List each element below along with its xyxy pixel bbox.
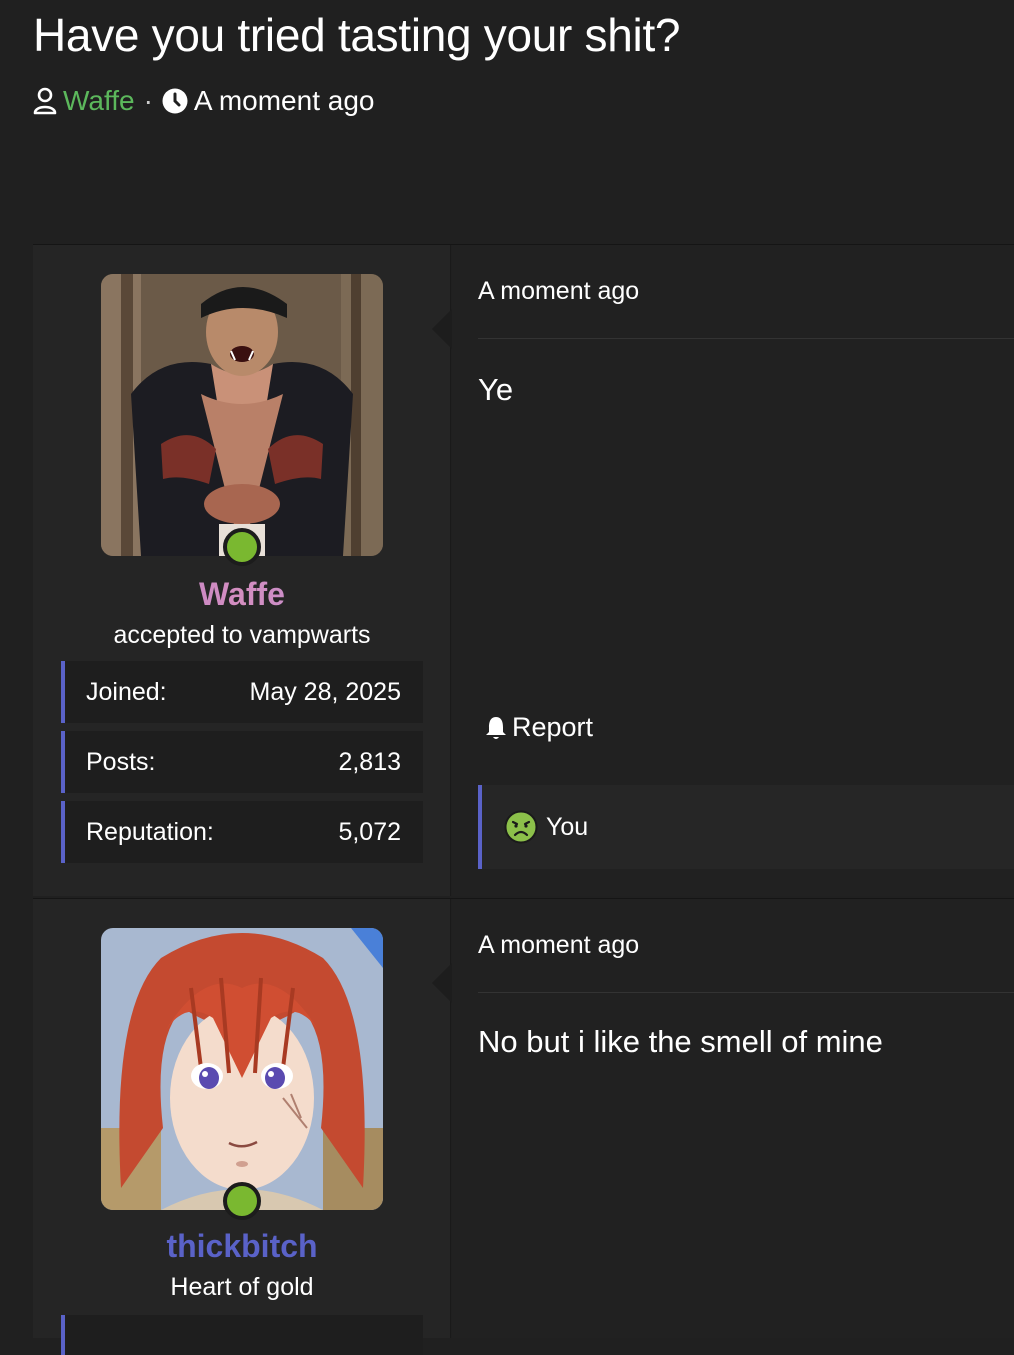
post-divider [478,992,1014,993]
nauseated-face-icon [504,810,538,844]
post-author-username[interactable]: thickbitch [33,1228,451,1265]
thread-meta: Waffe · A moment ago [33,84,374,118]
stat-row-reputation: Reputation: 5,072 [61,801,423,863]
post-content: A moment ago Ye Report You [432,245,1014,896]
post-body: No but i like the smell of mine [478,1024,883,1059]
post-content: A moment ago No but i like the smell of … [432,899,1014,1338]
clock-icon [162,88,188,114]
meta-separator: · [143,85,153,116]
post-time: A moment ago [478,931,640,959]
post-author-sidebar: Waffe accepted to vampwarts Joined: May … [33,245,451,896]
post-author-usertitle: accepted to vampwarts [113,621,371,649]
thread-author-link[interactable]: Waffe [63,85,135,117]
avatar[interactable] [101,928,383,1210]
stat-label: Reputation: [86,817,214,846]
content-arrow [432,309,452,349]
reactions-bar[interactable]: You [478,785,1014,869]
bell-icon [486,716,506,739]
post: thickbitch Heart of gold A moment ago No… [33,898,1014,1355]
online-status-indicator [223,528,261,566]
stat-label: Posts: [86,747,156,776]
stat-value: 2,813 [338,747,401,776]
anime-redhead-avatar [101,928,383,1210]
stat-value: May 28, 2025 [249,677,402,706]
stat-row-joined: Joined: May 28, 2025 [61,661,423,723]
post-body: Ye [478,372,514,407]
user-icon [33,87,57,115]
stat-row [61,1315,423,1355]
post-author-username[interactable]: Waffe [33,576,451,613]
post-author-usertitle: Heart of gold [170,1273,314,1301]
report-label: Report [512,712,594,742]
thread-time: A moment ago [193,85,375,116]
thread-title: Have you tried tasting your shit? [33,9,681,61]
reaction-label: You [546,812,589,841]
post: Waffe accepted to vampwarts Joined: May … [33,244,1014,896]
werewolf-avatar [101,274,383,556]
report-button[interactable]: Report [484,712,593,743]
post-time: A moment ago [478,277,640,305]
avatar[interactable] [101,274,383,556]
content-arrow [432,963,452,1003]
stat-value: 5,072 [338,817,401,846]
post-author-sidebar: thickbitch Heart of gold [33,899,451,1355]
stat-row-posts: Posts: 2,813 [61,731,423,793]
online-status-indicator [223,1182,261,1220]
post-divider [478,338,1014,339]
stat-label: Joined: [86,677,167,706]
